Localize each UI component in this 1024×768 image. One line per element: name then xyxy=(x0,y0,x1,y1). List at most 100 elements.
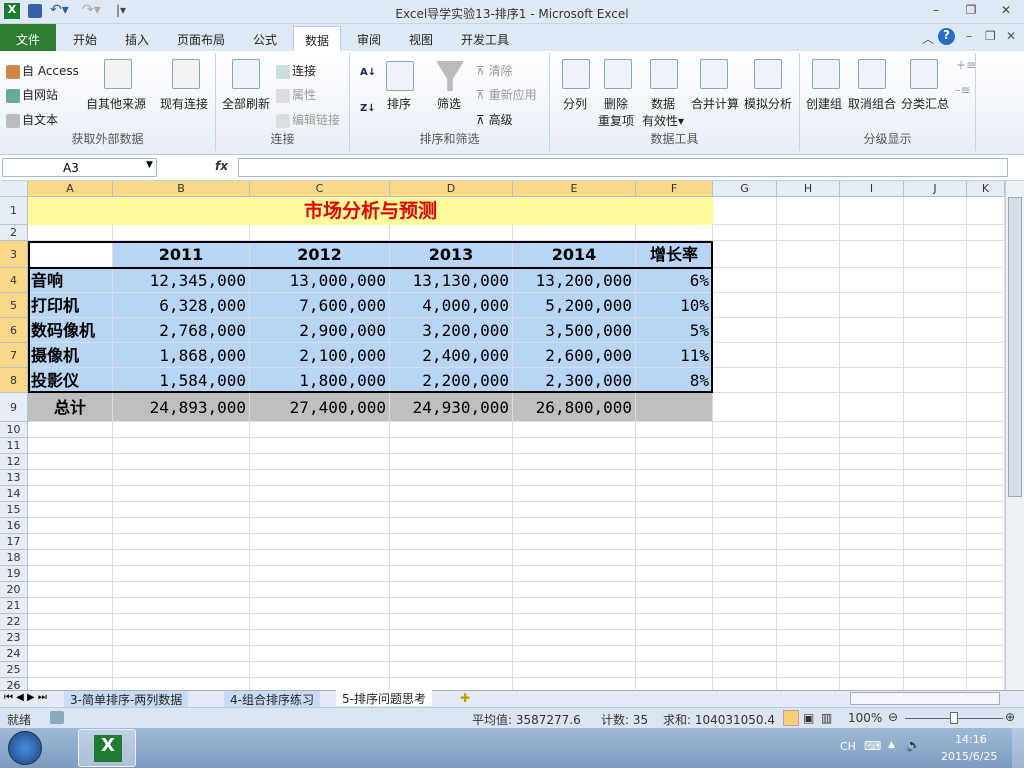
cell[interactable] xyxy=(777,438,840,454)
macro-record-icon[interactable] xyxy=(50,711,64,724)
cell[interactable] xyxy=(777,318,840,343)
header-cell[interactable]: 2013 xyxy=(390,241,513,268)
cell[interactable] xyxy=(390,438,513,454)
cell[interactable] xyxy=(28,438,113,454)
row-header-5[interactable]: 5 xyxy=(0,293,28,318)
cell[interactable] xyxy=(28,422,113,438)
cell[interactable] xyxy=(967,646,1005,662)
cell[interactable] xyxy=(28,486,113,502)
cell[interactable] xyxy=(113,566,250,582)
cell[interactable] xyxy=(777,630,840,646)
cell[interactable] xyxy=(777,368,840,393)
cell[interactable] xyxy=(113,470,250,486)
cell[interactable] xyxy=(904,518,967,534)
data-cell[interactable]: 4,000,000 xyxy=(390,293,513,318)
connections-button[interactable]: 连接 xyxy=(276,62,316,79)
sheet-tab-5-active[interactable]: 5-排序问题思考 xyxy=(336,690,432,706)
what-if-analysis-button[interactable]: 模拟分析 xyxy=(744,95,792,112)
cell[interactable] xyxy=(113,422,250,438)
cell[interactable] xyxy=(390,582,513,598)
row-header-6[interactable]: 6 xyxy=(0,318,28,343)
row-header-23[interactable]: 23 xyxy=(0,630,28,646)
header-cell[interactable]: 2011 xyxy=(113,241,250,268)
row-header-16[interactable]: 16 xyxy=(0,518,28,534)
cell[interactable] xyxy=(904,486,967,502)
cell[interactable] xyxy=(390,646,513,662)
column-header-H[interactable]: H xyxy=(777,181,840,197)
data-cell[interactable]: 音响 xyxy=(28,268,113,293)
column-header-I[interactable]: I xyxy=(840,181,904,197)
keyboard-icon[interactable]: ⌨ xyxy=(864,739,881,753)
sheet-nav-icons[interactable]: ⏮ ◀ ▶ ⏭ xyxy=(4,692,47,703)
data-cell[interactable]: 1,584,000 xyxy=(113,368,250,393)
cell[interactable] xyxy=(636,454,713,470)
page-break-view-icon[interactable]: ▥ xyxy=(821,711,832,725)
cell[interactable] xyxy=(777,566,840,582)
cell[interactable] xyxy=(636,470,713,486)
cell[interactable] xyxy=(113,550,250,566)
cell[interactable] xyxy=(713,293,777,318)
tab-formulas[interactable]: 公式 xyxy=(240,26,290,51)
cell[interactable] xyxy=(513,486,636,502)
row-header-13[interactable]: 13 xyxy=(0,470,28,486)
column-header-G[interactable]: G xyxy=(713,181,777,197)
cell[interactable] xyxy=(390,518,513,534)
row-header-7[interactable]: 7 xyxy=(0,343,28,368)
cell[interactable] xyxy=(840,518,904,534)
cell[interactable] xyxy=(250,614,390,630)
cell[interactable] xyxy=(113,534,250,550)
cell[interactable] xyxy=(840,614,904,630)
scrollbar-thumb[interactable] xyxy=(1008,197,1022,497)
cell[interactable] xyxy=(904,268,967,293)
cell[interactable] xyxy=(904,566,967,582)
row-header-20[interactable]: 20 xyxy=(0,582,28,598)
cell[interactable] xyxy=(250,470,390,486)
cell[interactable] xyxy=(250,598,390,614)
refresh-all-button[interactable]: 全部刷新 xyxy=(222,95,270,112)
cell[interactable] xyxy=(967,368,1005,393)
remove-duplicates-button[interactable]: 删除 重复项 xyxy=(598,95,634,129)
tab-developer[interactable]: 开发工具 xyxy=(450,26,520,51)
sort-ascending-button[interactable]: A↓ xyxy=(360,67,376,78)
cell[interactable] xyxy=(840,318,904,343)
restore-button[interactable]: ❐ xyxy=(960,3,982,19)
cell[interactable] xyxy=(967,518,1005,534)
cell[interactable] xyxy=(113,454,250,470)
minimize-button[interactable]: – xyxy=(925,3,947,19)
cell[interactable] xyxy=(390,422,513,438)
cell[interactable] xyxy=(840,502,904,518)
cell[interactable] xyxy=(28,630,113,646)
cell[interactable] xyxy=(713,438,777,454)
cell[interactable] xyxy=(777,225,840,241)
cell[interactable] xyxy=(713,502,777,518)
data-cell[interactable]: 打印机 xyxy=(28,293,113,318)
cell[interactable] xyxy=(713,486,777,502)
tab-data[interactable]: 数据 xyxy=(293,26,341,51)
language-indicator[interactable]: CH xyxy=(840,740,856,753)
data-validation-button[interactable]: 数据 有效性▾ xyxy=(642,95,684,129)
cell[interactable] xyxy=(113,486,250,502)
cell[interactable] xyxy=(113,225,250,241)
row-header-21[interactable]: 21 xyxy=(0,598,28,614)
cell[interactable] xyxy=(513,518,636,534)
cell[interactable] xyxy=(777,614,840,630)
cell[interactable] xyxy=(967,598,1005,614)
cell[interactable] xyxy=(967,534,1005,550)
row-header-15[interactable]: 15 xyxy=(0,502,28,518)
cell[interactable] xyxy=(28,550,113,566)
row-header-9[interactable]: 9 xyxy=(0,393,28,422)
cell[interactable] xyxy=(840,438,904,454)
ungroup-button[interactable]: 取消组合 xyxy=(848,95,896,112)
cell[interactable] xyxy=(113,646,250,662)
clear-button[interactable]: ⊼ 清除 xyxy=(476,62,513,79)
data-cell[interactable]: 2,300,000 xyxy=(513,368,636,393)
cell[interactable] xyxy=(967,422,1005,438)
cell[interactable] xyxy=(713,646,777,662)
cell[interactable] xyxy=(967,293,1005,318)
cell[interactable] xyxy=(513,225,636,241)
cell[interactable] xyxy=(513,534,636,550)
cell[interactable] xyxy=(777,502,840,518)
cell[interactable] xyxy=(636,422,713,438)
cell[interactable] xyxy=(840,486,904,502)
cell[interactable] xyxy=(713,582,777,598)
